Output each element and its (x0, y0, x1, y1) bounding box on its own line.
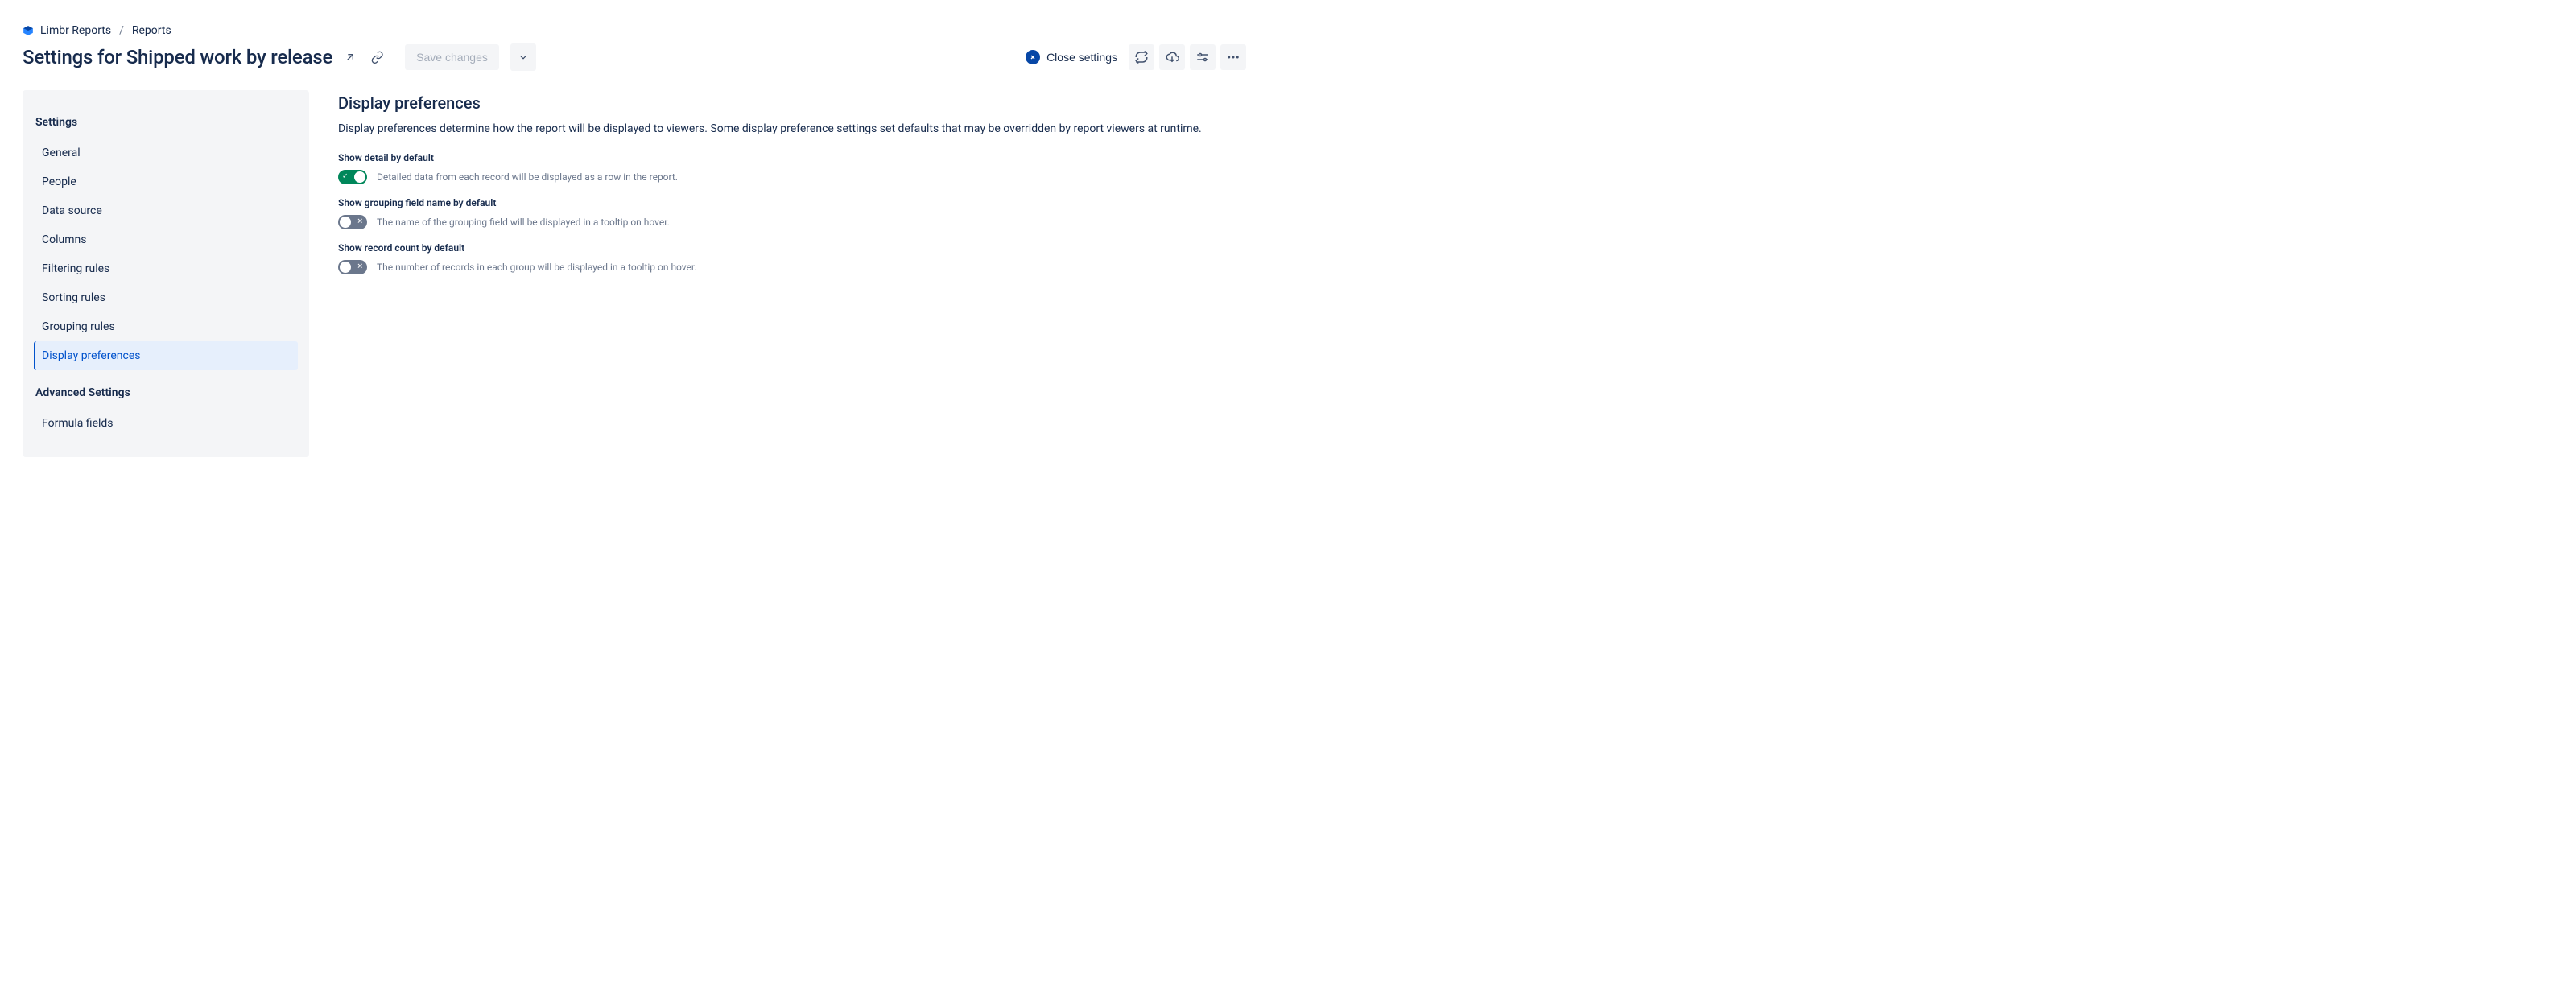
save-button[interactable]: Save changes (405, 44, 499, 70)
sidebar-item-data-source[interactable]: Data source (34, 196, 298, 225)
toggle[interactable]: ✓ (338, 170, 367, 184)
x-icon: ✕ (357, 219, 363, 226)
toggle[interactable]: ✕ (338, 215, 367, 229)
breadcrumb-link-section[interactable]: Reports (132, 24, 171, 37)
project-logo-icon (23, 25, 34, 36)
adjust-button[interactable] (1190, 44, 1216, 70)
pref-field-label: Show record count by default (338, 242, 1246, 254)
sidebar-item-formula-fields[interactable]: Formula fields (34, 409, 298, 438)
copy-link-icon[interactable] (368, 47, 387, 67)
sidebar-item-people[interactable]: People (34, 167, 298, 196)
sidebar-item-columns[interactable]: Columns (34, 225, 298, 254)
close-icon (1026, 50, 1040, 64)
sidebar-heading-settings: Settings (34, 109, 298, 135)
save-menu-button[interactable] (510, 43, 536, 71)
pref-field: Show detail by default ✓ Detailed data fro… (338, 152, 1246, 184)
refresh-button[interactable] (1129, 44, 1154, 70)
pref-field-help: The number of records in each group will… (377, 262, 696, 273)
sidebar-item-display-preferences[interactable]: Display preferences (34, 341, 298, 370)
close-settings-button[interactable]: Close settings (1019, 45, 1124, 69)
section-title: Display preferences (338, 93, 1246, 113)
pref-field-help: The name of the grouping field will be d… (377, 217, 670, 228)
more-horizontal-icon (1226, 50, 1241, 64)
sidebar-item-grouping-rules[interactable]: Grouping rules (34, 312, 298, 341)
main-panel: Display preferences Display preferences … (338, 90, 1246, 457)
pref-field: Show grouping field name by default ✕ The … (338, 197, 1246, 229)
breadcrumb-separator: / (119, 24, 124, 37)
section-description: Display preferences determine how the re… (338, 121, 1246, 138)
sidebar-item-filtering-rules[interactable]: Filtering rules (34, 254, 298, 283)
open-external-icon[interactable] (341, 47, 360, 67)
pref-field-label: Show grouping field name by default (338, 197, 1246, 208)
chevron-down-icon (518, 52, 529, 63)
settings-sidebar: Settings GeneralPeopleData sourceColumns… (23, 90, 309, 457)
download-button[interactable] (1159, 44, 1185, 70)
sidebar-item-sorting-rules[interactable]: Sorting rules (34, 283, 298, 312)
check-icon: ✓ (342, 174, 349, 181)
pref-field-help: Detailed data from each record will be d… (377, 171, 678, 183)
pref-field: Show record count by default ✕ The number … (338, 242, 1246, 274)
sliders-icon (1195, 50, 1210, 64)
cloud-download-icon (1165, 50, 1179, 64)
breadcrumb: Limbr Reports / Reports (23, 24, 1246, 37)
sidebar-heading-advanced: Advanced Settings (34, 380, 298, 406)
page-title: Settings for Shipped work by release (23, 46, 332, 68)
toggle[interactable]: ✕ (338, 260, 367, 274)
refresh-icon (1134, 50, 1149, 64)
breadcrumb-link-project[interactable]: Limbr Reports (40, 24, 111, 37)
more-button[interactable] (1220, 44, 1246, 70)
pref-field-label: Show detail by default (338, 152, 1246, 163)
x-icon: ✕ (357, 264, 363, 271)
sidebar-item-general[interactable]: General (34, 138, 298, 167)
